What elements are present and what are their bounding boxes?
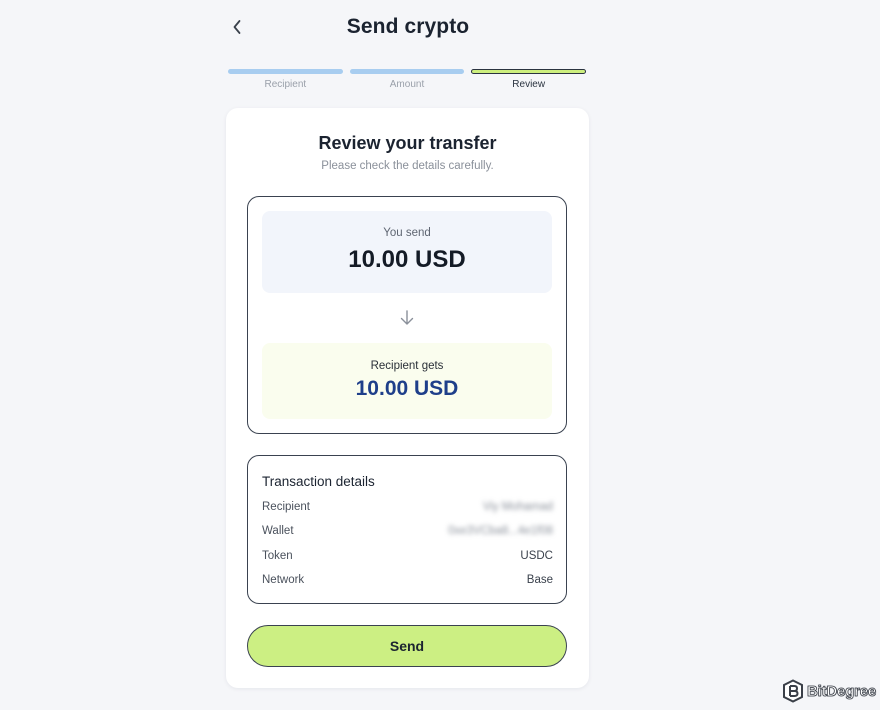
header: Send crypto (226, 0, 590, 58)
arrow-down-icon (400, 310, 414, 325)
detail-label: Token (262, 550, 293, 562)
step-label: Review (512, 79, 546, 90)
detail-label: Wallet (262, 525, 294, 537)
step-bar (349, 69, 465, 74)
page-title: Send crypto (346, 15, 470, 38)
detail-row-wallet: Wallet 0xe3VCba8...4e1f08 (262, 523, 553, 539)
step-recipient[interactable]: Recipient (228, 69, 343, 90)
step-label: Amount (389, 79, 425, 90)
detail-row-network: Network Base (262, 572, 553, 588)
send-caption: You send (383, 227, 431, 239)
step-amount[interactable]: Amount (349, 69, 465, 90)
send-button[interactable]: Send (247, 625, 567, 667)
step-bar (471, 69, 587, 74)
detail-label: Network (262, 574, 305, 586)
transaction-details: Transaction details Recipient Viy Mohama… (247, 455, 567, 604)
receive-caption: Recipient gets (370, 360, 444, 372)
detail-value-recipient: Viy Mohamad (482, 501, 553, 513)
send-panel: You send 10.00 USD (262, 211, 552, 293)
detail-label: Recipient (262, 501, 310, 513)
watermark-text: BitDegree (807, 682, 877, 700)
details-title: Transaction details (262, 474, 375, 489)
review-subtitle: Please check the details carefully. (321, 160, 494, 172)
step-bar (228, 69, 343, 74)
progress-stepper: Recipient Amount Review (228, 69, 587, 90)
detail-value-network: Base (526, 574, 553, 586)
bitdegree-logo-icon (783, 679, 803, 703)
detail-value-token: USDC (520, 550, 553, 562)
receive-panel: Recipient gets 10.00 USD (262, 343, 552, 419)
step-review: Review (471, 69, 587, 90)
receive-amount: 10.00 USD (355, 377, 459, 400)
detail-row-token: Token USDC (262, 548, 553, 564)
send-amount: 10.00 USD (348, 246, 466, 273)
amount-summary: You send 10.00 USD Recipient gets 10.00 … (247, 196, 567, 434)
bitdegree-watermark: BitDegree (782, 679, 877, 703)
detail-row-recipient: Recipient Viy Mohamad (262, 499, 553, 515)
review-card: Review your transfer Please check the de… (226, 108, 589, 688)
review-title: Review your transfer (318, 133, 497, 153)
detail-value-wallet: 0xe3VCba8...4e1f08 (448, 525, 553, 537)
step-label: Recipient (264, 79, 307, 90)
